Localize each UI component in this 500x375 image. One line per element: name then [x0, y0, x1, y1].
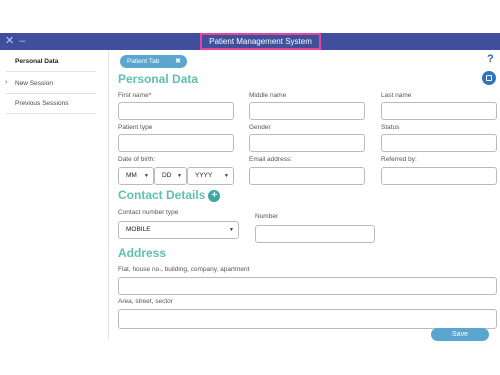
help-icon[interactable]: ?	[487, 53, 494, 65]
status-field[interactable]	[381, 134, 497, 152]
caret-down-icon: ▼	[224, 173, 229, 179]
app-title: Patient Management System	[200, 33, 321, 50]
flat-field[interactable]	[118, 277, 497, 295]
sidebar-divider	[6, 93, 96, 94]
add-contact-icon[interactable]: +	[208, 190, 221, 202]
middle-name-field[interactable]	[249, 102, 365, 120]
contact-details-title: Contact Details	[118, 188, 206, 202]
sidebar-item-previous-sessions[interactable]: Previous Sessions	[0, 100, 96, 107]
save-icon[interactable]	[482, 71, 496, 85]
referred-by-label: Referred by:	[381, 156, 417, 163]
sidebar-divider	[6, 113, 96, 114]
dob-month-select[interactable]: MM ▼	[118, 167, 154, 185]
save-button[interactable]: Save	[431, 328, 489, 341]
first-name-label: First name*	[118, 92, 152, 99]
dob-month-value: MM	[126, 172, 137, 179]
close-icon[interactable]: ✖	[175, 55, 181, 68]
patient-type-label: Patient type	[118, 124, 153, 131]
sidebar-item-personal-data[interactable]: Personal Data	[0, 58, 96, 65]
contact-type-select[interactable]: MOBILE ▼	[118, 221, 239, 239]
area-label: Area, street, sector	[118, 298, 173, 305]
dob-label: Date of birth:	[118, 156, 156, 163]
flat-label: Flat, house no., building, company, apar…	[118, 266, 250, 273]
caret-down-icon: ▼	[229, 227, 234, 233]
window-controls-icon[interactable]: ✕ ‒	[5, 34, 26, 49]
title-bar: ✕ ‒ Patient Management System	[0, 33, 500, 50]
tab-label: Patient Tab	[127, 58, 160, 65]
sidebar-item-new-session[interactable]: New Session	[0, 80, 96, 87]
section-contact-details: Contact Details +	[118, 188, 221, 202]
first-name-field[interactable]	[118, 102, 234, 120]
sidebar-divider	[6, 71, 96, 72]
caret-down-icon: ▼	[177, 173, 182, 179]
referred-by-field[interactable]	[381, 167, 497, 185]
patient-type-field[interactable]	[118, 134, 234, 152]
section-personal-data: Personal Data	[118, 72, 199, 86]
status-label: Status	[381, 124, 400, 131]
dob-year-value: YYYY	[195, 172, 213, 179]
contact-type-value: MOBILE	[126, 226, 151, 233]
number-field[interactable]	[255, 225, 375, 243]
email-field[interactable]	[249, 167, 365, 185]
section-address: Address	[118, 246, 167, 260]
caret-down-icon: ▼	[144, 173, 149, 179]
patient-tab[interactable]: Patient Tab ✖	[120, 55, 187, 68]
last-name-label: Last name	[381, 92, 412, 99]
last-name-field[interactable]	[381, 102, 497, 120]
dob-year-select[interactable]: YYYY ▼	[187, 167, 234, 185]
number-label: Number	[255, 213, 279, 220]
gender-field[interactable]	[249, 134, 365, 152]
middle-name-label: Middle name	[249, 92, 287, 99]
contact-type-label: Contact number type	[118, 209, 179, 216]
email-label: Email address:	[249, 156, 292, 163]
dob-day-select[interactable]: DD ▼	[154, 167, 187, 185]
area-field[interactable]	[118, 309, 497, 329]
gender-label: Gender	[249, 124, 271, 131]
dob-day-value: DD	[162, 172, 172, 179]
